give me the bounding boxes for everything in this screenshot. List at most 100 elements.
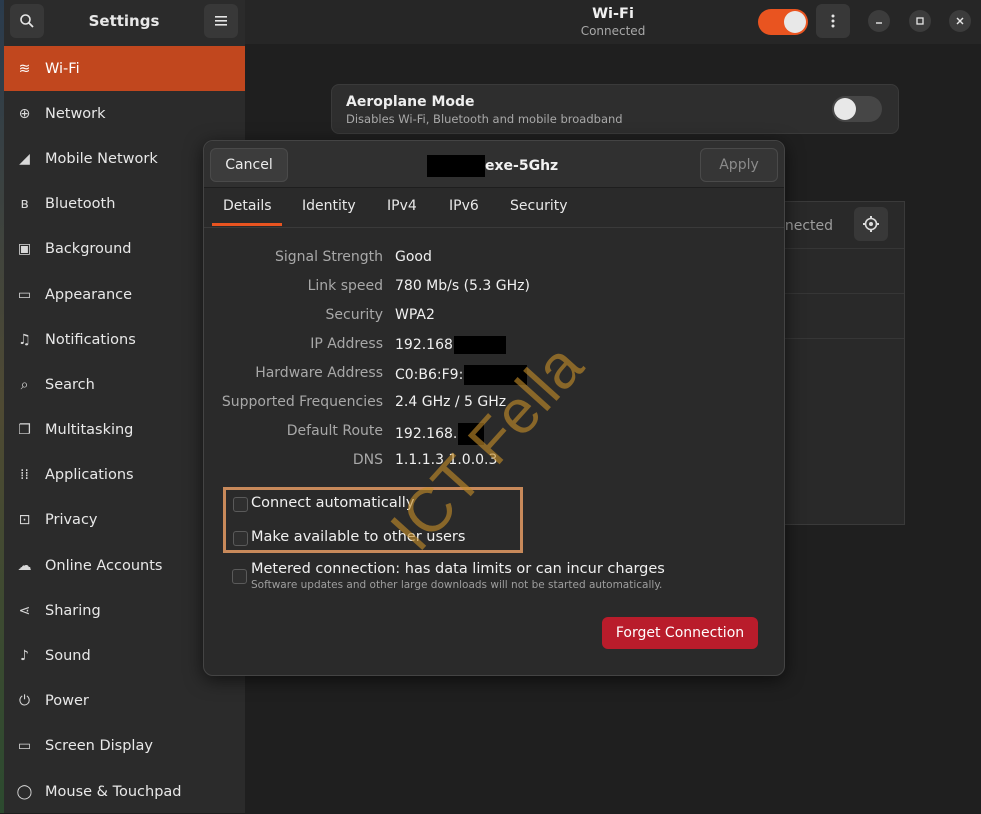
search-icon: [20, 14, 34, 28]
detail-value-dns: 1.1.1.3 1.0.0.3: [395, 452, 498, 468]
signal-icon: ◢: [19, 150, 30, 167]
sidebar-item-label: Power: [45, 693, 89, 710]
wifi-icon: ≋: [18, 60, 31, 77]
sidebar-item-mouse-touchpad[interactable]: ◯ Mouse & Touchpad: [4, 769, 245, 814]
image-icon: ▣: [17, 241, 32, 258]
detail-value-signal-strength: Good: [395, 249, 432, 265]
redacted-block: [453, 336, 506, 354]
share-icon: ⋖: [18, 602, 31, 619]
tab-ipv4[interactable]: IPv4: [387, 198, 417, 214]
monitor-icon: ▭: [17, 738, 32, 755]
bell-icon: ♫: [18, 331, 31, 348]
sidebar-item-label: Notifications: [45, 331, 136, 348]
maximize-button[interactable]: [909, 10, 931, 32]
sidebar-item-label: Mobile Network: [45, 150, 158, 167]
sidebar-item-network[interactable]: ⊕ Network: [4, 91, 245, 136]
metered-connection-label: Metered connection: has data limits or c…: [251, 561, 665, 577]
minimize-button[interactable]: [868, 10, 890, 32]
sidebar-item-power[interactable]: ⏻ Power: [4, 679, 245, 724]
lock-icon: ⊡: [18, 512, 31, 529]
tab-ipv6[interactable]: IPv6: [449, 198, 479, 214]
detail-label-dns: DNS: [352, 452, 383, 468]
multitasking-icon: ❐: [18, 422, 31, 439]
sidebar-item-label: Mouse & Touchpad: [45, 783, 182, 800]
network-settings-button[interactable]: [854, 207, 888, 241]
sidebar-item-label: Sound: [45, 648, 91, 665]
forget-connection-button[interactable]: Forget Connection: [602, 617, 758, 649]
detail-value-link-speed: 780 Mb/s (5.3 GHz): [395, 278, 530, 294]
network-row-divider: [776, 293, 904, 294]
kebab-menu-icon: [831, 14, 835, 28]
detail-label-link-speed: Link speed: [307, 278, 383, 294]
sidebar-item-label: Network: [45, 105, 106, 122]
metered-connection-description: Software updates and other large downloa…: [251, 579, 663, 591]
dialog-tabs: Details Identity IPv4 IPv6 Security: [204, 187, 784, 228]
default-route-text: 192.168.: [395, 426, 458, 442]
minimize-icon: [876, 22, 882, 24]
toggle-knob: [784, 11, 806, 33]
aeroplane-mode-row[interactable]: Aeroplane Mode Disables Wi-Fi, Bluetooth…: [331, 84, 899, 134]
sidebar-item-label: Multitasking: [45, 422, 134, 439]
apply-button[interactable]: Apply: [700, 148, 778, 182]
ip-address-text: 192.168: [395, 337, 453, 353]
detail-value-ip-address: 192.168: [395, 336, 506, 354]
tab-security[interactable]: Security: [510, 198, 568, 214]
sidebar-item-label: Appearance: [45, 286, 133, 303]
sidebar-item-screen-display[interactable]: ▭ Screen Display: [4, 724, 245, 769]
detail-value-default-route: 192.168.: [395, 423, 485, 445]
menu-button[interactable]: [204, 4, 238, 38]
wifi-toggle[interactable]: [758, 9, 808, 35]
sidebar-item-label: Sharing: [45, 602, 101, 619]
annotation-highlight-box: [223, 487, 523, 553]
network-list-card: nnected: [775, 201, 905, 525]
detail-label-supported-frequencies: Supported Frequencies: [221, 394, 383, 410]
mouse-icon: ◯: [16, 783, 33, 800]
sidebar-item-label: Wi-Fi: [45, 60, 80, 77]
aeroplane-mode-subtitle: Disables Wi-Fi, Bluetooth and mobile bro…: [346, 112, 623, 126]
detail-value-hardware-address: C0:B6:F9:: [395, 365, 528, 385]
sidebar-item-label: Online Accounts: [45, 557, 163, 574]
gear-icon: [863, 216, 879, 232]
maximize-icon: [916, 17, 924, 25]
search-button[interactable]: [10, 4, 44, 38]
sidebar-item-label: Search: [45, 376, 95, 393]
tab-identity[interactable]: Identity: [302, 198, 356, 214]
dialog-headerbar: Cancel exe-5Ghz Apply: [204, 141, 784, 188]
bluetooth-icon: ʙ: [20, 196, 29, 213]
wifi-connection-dialog: Cancel exe-5Ghz Apply Details Identity I…: [203, 140, 785, 676]
aeroplane-mode-title: Aeroplane Mode: [346, 94, 475, 110]
detail-value-supported-frequencies: 2.4 GHz / 5 GHz: [395, 394, 507, 410]
sidebar-title: Settings: [88, 12, 160, 30]
display-icon: ▭: [17, 286, 32, 303]
redacted-block: [464, 365, 528, 385]
cancel-button[interactable]: Cancel: [210, 148, 288, 182]
detail-label-signal-strength: Signal Strength: [274, 249, 383, 265]
close-button[interactable]: [949, 10, 971, 32]
detail-label-default-route: Default Route: [286, 423, 383, 439]
search-icon: ⌕: [20, 376, 29, 393]
aeroplane-mode-toggle[interactable]: [832, 96, 882, 122]
grid-icon: ⁞⁞: [20, 467, 29, 484]
sidebar-header: Settings: [4, 0, 245, 44]
hardware-address-text: C0:B6:F9:: [395, 367, 464, 383]
tab-details[interactable]: Details: [223, 198, 272, 214]
network-row-divider: [776, 248, 904, 249]
sidebar-item-wi-fi[interactable]: ≋ Wi-Fi: [4, 46, 245, 92]
cloud-icon: ☁: [17, 557, 32, 574]
active-tab-indicator: [212, 223, 282, 226]
sidebar-item-label: Applications: [45, 467, 134, 484]
main-headerbar: Wi-Fi Connected: [245, 0, 981, 44]
sidebar-item-label: Background: [45, 241, 132, 258]
detail-label-ip-address: IP Address: [310, 336, 383, 352]
network-row-divider: [776, 338, 904, 339]
redacted-ssid-block: [427, 155, 485, 177]
sidebar-item-label: Screen Display: [45, 738, 153, 755]
dialog-title-suffix: exe-5Ghz: [485, 158, 559, 174]
more-options-button[interactable]: [816, 4, 850, 38]
globe-icon: ⊕: [18, 105, 31, 122]
detail-value-security: WPA2: [395, 307, 435, 323]
close-icon: [956, 17, 964, 25]
detail-label-hardware-address: Hardware Address: [255, 365, 383, 381]
metered-connection-checkbox[interactable]: [232, 569, 247, 584]
dialog-title: exe-5Ghz: [427, 155, 558, 177]
